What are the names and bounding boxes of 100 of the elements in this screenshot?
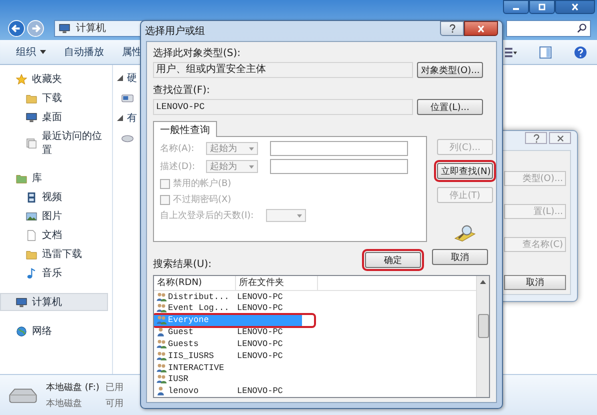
dialog-button[interactable]: 确定: [365, 252, 421, 268]
field-label: 选择此对象类型(S):: [153, 46, 242, 60]
free-space-label: 可用: [105, 398, 124, 410]
navigation-item[interactable]: 迅雷下载: [0, 246, 112, 262]
close-button[interactable]: [549, 132, 571, 144]
scrollbar-thumb[interactable]: [478, 314, 488, 338]
field-label: 查找位置(F):: [153, 84, 211, 97]
result-item[interactable]: Guest: [154, 326, 234, 338]
column-header[interactable]: 名称(RDN): [154, 276, 236, 290]
monitor-icon: [16, 296, 27, 308]
navigation-item[interactable]: 收藏夹: [0, 71, 112, 87]
maximize-button[interactable]: [529, 0, 555, 14]
back-button[interactable]: [8, 20, 25, 36]
user-group-icon: [156, 362, 167, 373]
dialog-button[interactable]: 取消: [432, 249, 488, 265]
film-icon: [26, 192, 37, 202]
field-label: 描述(D):: [160, 160, 196, 173]
checkbox-label: 不过期密码(X): [173, 194, 232, 206]
caret-icon: [249, 164, 254, 168]
result-item[interactable]: INTERACTIVE: [154, 362, 234, 374]
field-label: 名称(A):: [160, 142, 196, 155]
maximize-icon: [537, 3, 547, 11]
field-label: 自上次登录后的天数(I):: [160, 210, 254, 222]
table-cell-text: LENOVO-PC: [236, 338, 283, 349]
folder-icon: [26, 92, 37, 104]
section-heading: 有: [127, 112, 137, 125]
close-icon: [556, 134, 564, 142]
object-type-field: 用户、组或内置安全主体: [153, 62, 413, 78]
view-options-icon[interactable]: [504, 46, 517, 58]
user-group-icon: [156, 292, 167, 302]
navigation-item[interactable]: 计算机: [0, 293, 108, 311]
toolbar-button[interactable]: 组织: [14, 43, 48, 61]
table-cell-text: LENOVO-PC: [236, 386, 283, 396]
navigation-item[interactable]: 下载: [0, 90, 112, 106]
scrollbar[interactable]: [476, 276, 489, 397]
result-item[interactable]: Distribut...: [154, 291, 234, 302]
table-cell-text: LENOVO-PC: [236, 292, 283, 302]
music-note-icon: [26, 268, 37, 278]
close-button[interactable]: [464, 21, 498, 36]
help-icon: [448, 24, 456, 33]
navigation-item[interactable]: 网络: [0, 323, 112, 339]
navigation-item[interactable]: 文档: [0, 227, 112, 243]
result-item[interactable]: lenovo: [154, 386, 234, 397]
navigation-item[interactable]: 图片: [0, 208, 112, 224]
close-icon: [570, 3, 580, 11]
toolbar-button[interactable]: 自动播放: [62, 43, 106, 61]
dialog-button[interactable]: 取消: [504, 275, 566, 290]
user-group-icon: [156, 303, 167, 314]
drive-icon: [121, 93, 134, 103]
folder-icon: [26, 248, 37, 260]
minimize-button[interactable]: [503, 0, 529, 14]
section-heading: 硬: [127, 72, 137, 85]
help-button[interactable]: [525, 132, 547, 144]
navigation-item[interactable]: 视频: [0, 189, 112, 205]
collapse-arrow-icon[interactable]: [117, 75, 123, 81]
help-icon: [532, 134, 540, 142]
column-header[interactable]: 所在文件夹: [236, 276, 318, 290]
tab[interactable]: 一般性查询: [153, 121, 217, 137]
help-icon[interactable]: [574, 46, 587, 58]
document-stack-icon: [26, 138, 37, 148]
document-icon: [26, 230, 37, 240]
user-group-icon: [156, 374, 167, 384]
star-icon: [16, 74, 27, 84]
preview-pane-icon[interactable]: [539, 46, 552, 58]
globe-icon: [16, 326, 27, 336]
result-item[interactable]: IUSR: [154, 374, 234, 385]
result-item[interactable]: Event Log...: [154, 302, 234, 314]
collapse-arrow-icon[interactable]: [117, 115, 123, 121]
toolbar-button[interactable]: 属性: [120, 43, 144, 61]
user-group-icon: [156, 315, 167, 326]
user-group-icon: [156, 350, 167, 361]
table-cell-text: LENOVO-PC: [236, 350, 283, 361]
caret-icon: [296, 214, 302, 218]
field-label: 搜索结果(U):: [153, 258, 212, 271]
close-icon: [476, 24, 486, 32]
location-field: LENOVO-PC: [153, 99, 413, 115]
caret-icon: [249, 146, 254, 150]
help-button[interactable]: [440, 21, 464, 36]
navigation-item[interactable]: 桌面: [0, 109, 112, 125]
user-group-icon: [156, 338, 167, 349]
scroll-up-arrow-icon[interactable]: [480, 280, 486, 284]
folder-icon: [16, 172, 27, 184]
navigation-item[interactable]: 最近访问的位置: [0, 128, 112, 158]
result-item[interactable]: IIS_IUSRS: [154, 350, 234, 362]
object-types-button[interactable]: 对象类型(O)...: [417, 62, 483, 78]
table-cell-text: LENOVO-PC: [236, 303, 283, 314]
close-button[interactable]: [555, 0, 595, 14]
drive-name: 本地磁盘 (F:): [46, 382, 100, 394]
drive-type: 本地磁盘: [46, 398, 83, 410]
dialog-button[interactable]: 立即查找(N): [437, 163, 493, 179]
search-icon: [577, 23, 587, 33]
forward-button[interactable]: [27, 20, 44, 36]
user-icon: [156, 327, 167, 338]
dialog-title: 选择用户或组: [145, 24, 205, 38]
search-field[interactable]: [506, 20, 591, 36]
navigation-item[interactable]: 库: [0, 170, 112, 186]
result-item[interactable]: Guests: [154, 338, 234, 350]
locations-button[interactable]: 位置(L)...: [417, 99, 483, 115]
navigation-item[interactable]: 音乐: [0, 265, 112, 281]
breadcrumb-item[interactable]: 计算机: [76, 21, 106, 35]
